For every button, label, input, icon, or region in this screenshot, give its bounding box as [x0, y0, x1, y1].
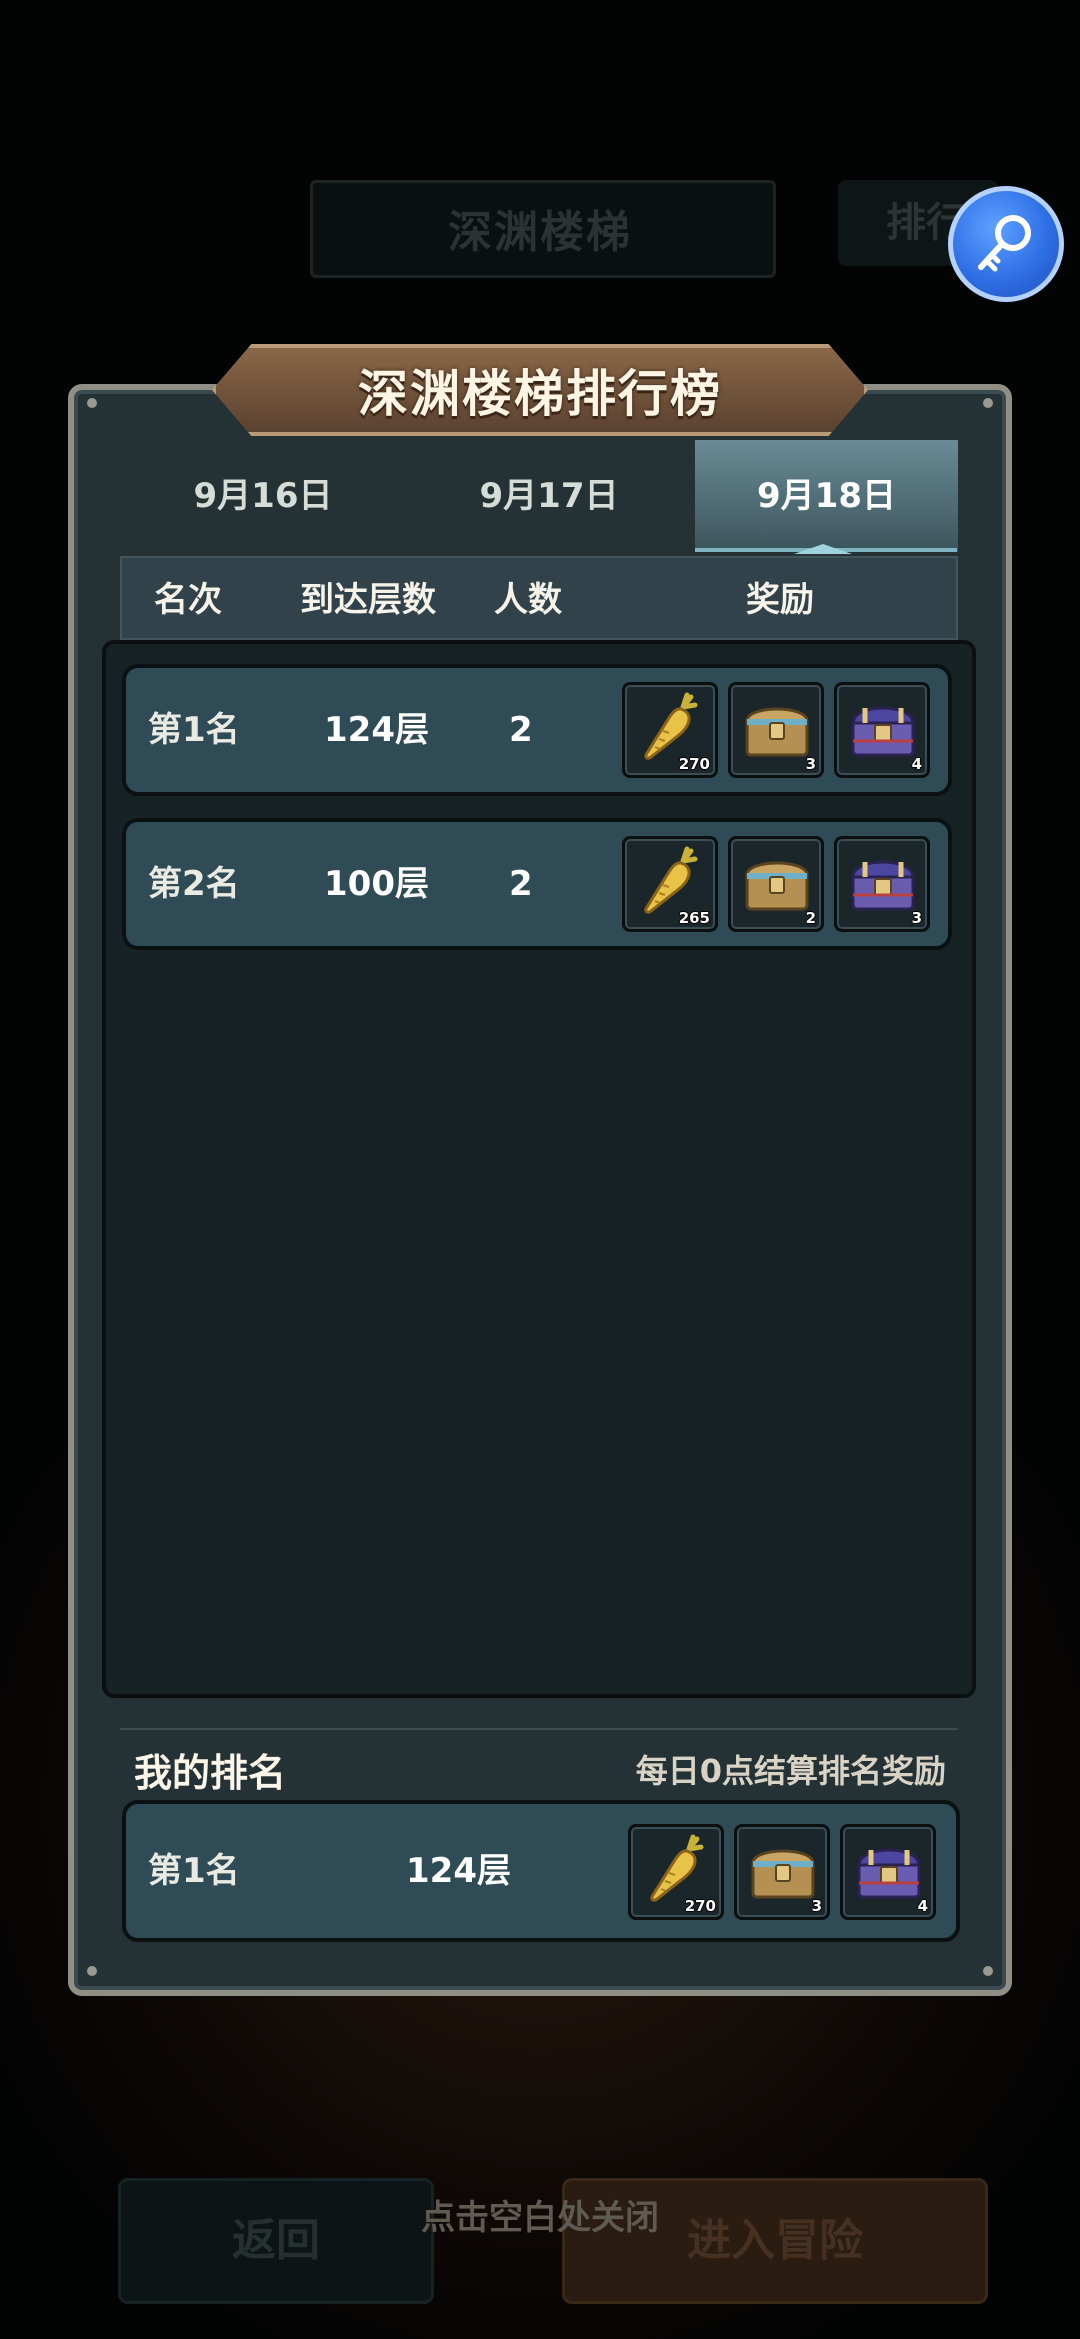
column-floor: 到达层数: [300, 580, 436, 620]
reward-slot[interactable]: 2: [728, 836, 824, 932]
ranking-list[interactable]: [102, 640, 976, 1698]
row-rank: 第1名: [148, 710, 240, 750]
row-floor: 100层: [324, 864, 429, 904]
tab-sep-18[interactable]: 9月18日: [695, 440, 958, 552]
panel-rivet: [87, 398, 97, 408]
purple-chest-icon: [851, 706, 915, 757]
panel-rivet: [87, 1966, 97, 1976]
date-tabs: 9月16日 9月17日 9月18日: [120, 440, 958, 552]
tab-sep-16[interactable]: 9月16日: [120, 440, 406, 552]
panel-title: 深渊楼梯排行榜: [358, 365, 722, 423]
panel-rivet: [983, 1966, 993, 1976]
my-rank-floor: 124层: [406, 1851, 511, 1891]
purple-chest-icon: [851, 860, 915, 911]
row-floor: 124层: [324, 710, 429, 750]
table-row: 第2名 100层 2 265 2 3: [122, 818, 952, 950]
my-rank-label: 我的排名: [134, 1751, 287, 1795]
row-count: 2: [509, 710, 533, 750]
column-rank: 名次: [154, 580, 222, 620]
reward-slot[interactable]: 4: [840, 1824, 936, 1920]
row-count: 2: [509, 864, 533, 904]
table-row: 第1名 124层 2 270 3 4: [122, 664, 952, 796]
reward-slot[interactable]: 270: [628, 1824, 724, 1920]
reward-slot[interactable]: 3: [734, 1824, 830, 1920]
close-hint[interactable]: 点击空白处关闭: [0, 2190, 1080, 2239]
reward-qty: 4: [917, 1897, 928, 1915]
background-title: 深渊楼梯: [448, 207, 632, 258]
gold-chest-icon: [751, 1849, 815, 1899]
reward-qty: 265: [678, 909, 710, 927]
reward-slot[interactable]: 270: [622, 682, 718, 778]
tab-sep-17[interactable]: 9月17日: [406, 440, 692, 552]
reward-qty: 4: [911, 755, 922, 773]
reward-slot[interactable]: 3: [834, 836, 930, 932]
purple-chest-icon: [857, 1848, 921, 1899]
my-rank-position: 第1名: [148, 1851, 240, 1891]
column-reward: 奖励: [746, 580, 814, 620]
reward-slot[interactable]: 4: [834, 682, 930, 778]
column-count: 人数: [494, 580, 562, 620]
reward-slot[interactable]: 3: [728, 682, 824, 778]
reward-qty: 3: [805, 755, 816, 773]
row-rank: 第2名: [148, 864, 240, 904]
gold-chest-icon: [745, 707, 809, 757]
reward-qty: 3: [811, 1897, 822, 1915]
search-key-icon: [978, 215, 1031, 272]
reward-qty: 2: [805, 909, 816, 927]
panel-rivet: [983, 398, 993, 408]
settlement-note: 每日0点结算排名奖励: [635, 1752, 946, 1790]
reward-qty: 3: [911, 909, 922, 927]
my-rank-row: 第1名 124层 270 3 4: [122, 1800, 960, 1942]
reward-qty: 270: [684, 1897, 716, 1915]
reward-slot[interactable]: 265: [622, 836, 718, 932]
search-button[interactable]: [948, 186, 1064, 302]
reward-qty: 270: [678, 755, 710, 773]
my-rank-divider: [120, 1728, 958, 1730]
gold-chest-icon: [745, 861, 809, 911]
